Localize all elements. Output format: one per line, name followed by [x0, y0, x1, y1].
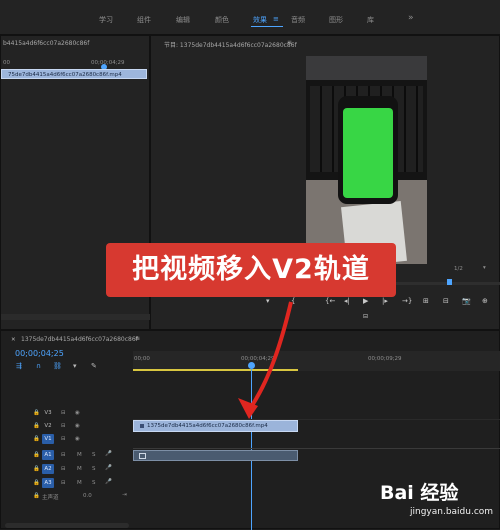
arrow-shaft [247, 301, 293, 412]
baidu-watermark: Bai 经验 [380, 482, 459, 504]
annotation-caption: 把视频移入V2轨道 [106, 243, 396, 297]
baidu-watermark-url: jingyan.baidu.com [410, 507, 494, 517]
